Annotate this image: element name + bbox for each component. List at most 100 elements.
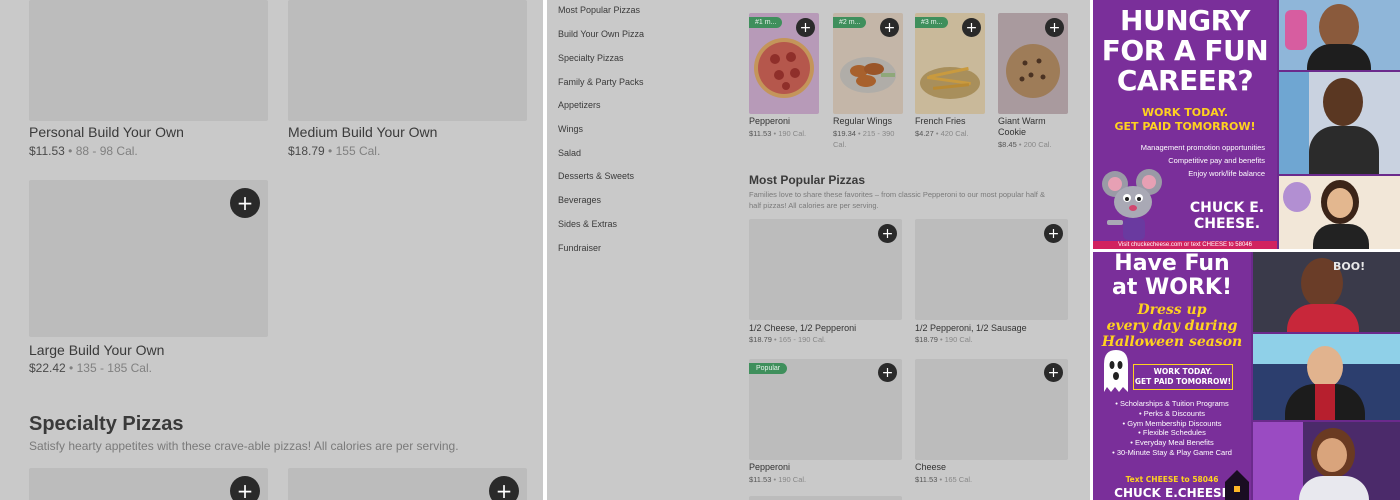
item-image[interactable] (288, 0, 527, 121)
item-name[interactable]: Pepperoni (749, 462, 790, 472)
item-calories: 190 Cal. (944, 335, 973, 344)
ad-headline-line: CAREER? (1116, 64, 1254, 97)
ad-benefit: Competitive pay and benefits (1168, 156, 1265, 165)
item-price-cal: $18.79 • 190 Cal. (915, 335, 973, 344)
ad-benefit: • Perks & Discounts (1139, 408, 1205, 418)
nav-item-family-packs[interactable]: Family & Party Packs (558, 77, 644, 87)
ad-benefit: • Everyday Meal Benefits (1130, 438, 1214, 448)
add-item-button[interactable]: + (880, 18, 899, 37)
rank-badge: #3 m... (915, 17, 949, 28)
item-calories: 190 Cal. (778, 475, 807, 484)
menu-panel-large: Personal Build Your Own $11.53 • 88 - 98… (0, 0, 543, 500)
add-item-button[interactable]: + (796, 18, 815, 37)
item-price-cal: $11.53 • 88 - 98 Cal. (29, 144, 138, 158)
item-price: $4.27 (915, 129, 934, 138)
costume-photo: BOO! (1253, 252, 1400, 332)
ad-headline-line: at WORK! (1111, 275, 1232, 300)
nav-item-salad[interactable]: Salad (558, 148, 581, 158)
section-description: Satisfy hearty appetites with these crav… (29, 439, 459, 453)
item-price-cal: $18.79 • 165 - 190 Cal. (749, 335, 826, 344)
item-image[interactable] (749, 496, 902, 500)
ad-headline-line: FOR A FUN (1101, 34, 1269, 67)
pepperoni-image[interactable]: #1 m... + (749, 13, 819, 114)
section-title: Specialty Pizzas (29, 413, 184, 435)
item-name[interactable]: Large Build Your Own (29, 342, 164, 358)
item-price: $11.53 (29, 144, 65, 158)
add-item-button[interactable]: + (230, 476, 260, 500)
screen: Personal Build Your Own $11.53 • 88 - 98… (0, 0, 1400, 500)
item-price: $18.79 (749, 335, 772, 344)
section-title: Most Popular Pizzas (749, 173, 866, 187)
item-price-cal: $18.79 • 155 Cal. (288, 144, 381, 158)
nav-item-beverages[interactable]: Beverages (558, 195, 601, 205)
item-name[interactable]: French Fries (915, 116, 966, 126)
nav-item-specialty[interactable]: Specialty Pizzas (558, 53, 624, 63)
boo-sign: BOO! (1333, 260, 1366, 273)
add-item-button[interactable]: + (230, 188, 260, 218)
add-item-button[interactable]: + (878, 363, 897, 382)
ad-headline: HUNGRY FOR A FUN CAREER? (1093, 6, 1277, 96)
item-price-cal: $11.53 • 190 Cal. (749, 475, 807, 484)
item-name[interactable]: Regular Wings (833, 116, 892, 126)
nav-item-wings[interactable]: Wings (558, 124, 583, 134)
ad-cta-line: GET PAID TOMORROW! (1114, 120, 1256, 133)
item-name[interactable]: 1/2 Cheese, 1/2 Pepperoni (749, 323, 856, 333)
item-price: $11.53 (915, 475, 938, 484)
wings-image[interactable]: #2 m... + (833, 13, 903, 114)
add-item-button[interactable]: + (1044, 224, 1063, 243)
nav-item-build-your-own[interactable]: Build Your Own Pizza (558, 29, 644, 39)
item-price-cal: $4.27 • 420 Cal. (915, 129, 969, 138)
item-price: $11.53 (749, 129, 772, 138)
ad-benefit: • Scholarships & Tuition Programs (1115, 399, 1229, 408)
career-ad-banner[interactable]: HUNGRY FOR A FUN CAREER? WORK TODAY. GET… (1093, 0, 1400, 249)
item-price-cal: $22.42 • 135 - 185 Cal. (29, 361, 152, 375)
nav-item-appetizers[interactable]: Appetizers (558, 100, 601, 110)
add-item-button[interactable]: + (489, 476, 519, 500)
employee-photo (1279, 72, 1400, 174)
add-item-button[interactable]: + (962, 18, 981, 37)
item-image[interactable] (29, 0, 268, 121)
item-price-cal: $11.53 • 165 Cal. (915, 475, 973, 484)
ad-cta-line: WORK TODAY. (1141, 106, 1229, 119)
ad-headline: Have Fun at WORK! (1093, 252, 1251, 300)
item-calories: 135 - 185 Cal. (76, 361, 152, 375)
item-name[interactable]: Cheese (915, 462, 946, 472)
ad-footer: Visit chuckecheese.com or text CHEESE to… (1093, 241, 1277, 249)
item-name[interactable]: Personal Build Your Own (29, 124, 184, 140)
rank-badge: #2 m... (833, 17, 867, 28)
item-name[interactable]: Medium Build Your Own (288, 124, 437, 140)
item-price-cal: $8.45 • 200 Cal. (998, 140, 1052, 149)
halloween-ad-banner[interactable]: Have Fun at WORK! Dress up every day dur… (1093, 252, 1400, 500)
mascot-mouse-icon (1102, 169, 1162, 240)
nav-item-most-popular[interactable]: Most Popular Pizzas (558, 5, 640, 15)
ad-headline-line: Have Fun (1114, 252, 1230, 276)
add-item-button[interactable]: + (1045, 18, 1064, 37)
item-calories: 88 - 98 Cal. (75, 144, 138, 158)
item-name[interactable]: 1/2 Pepperoni, 1/2 Sausage (915, 323, 1027, 333)
menu-panel-small: Most Popular Pizzas Build Your Own Pizza… (547, 0, 1090, 500)
popular-badge: Popular (749, 363, 788, 374)
add-item-button[interactable]: + (1044, 363, 1063, 382)
brand-logo-line: CHUCK E. (1189, 200, 1265, 216)
item-calories: 165 - 190 Cal. (778, 335, 826, 344)
nav-item-desserts[interactable]: Desserts & Sweets (558, 171, 634, 181)
nav-item-fundraiser[interactable]: Fundraiser (558, 243, 601, 253)
add-item-button[interactable]: + (878, 224, 897, 243)
ad-subheadline: Dress up every day during Halloween seas… (1093, 302, 1251, 350)
item-calories: 155 Cal. (335, 144, 381, 158)
item-name[interactable]: Pepperoni (749, 116, 790, 126)
ad-cta: WORK TODAY. GET PAID TOMORROW! (1093, 106, 1277, 134)
brand-logo: CHUCK E. CHEESE. (1185, 200, 1269, 232)
employee-photo (1279, 0, 1400, 70)
item-price: $18.79 (915, 335, 938, 344)
ad-cta-line: GET PAID TOMORROW! (1134, 377, 1232, 386)
fries-image[interactable]: #3 m... + (915, 13, 985, 114)
nav-item-sides[interactable]: Sides & Extras (558, 219, 617, 229)
item-calories: 420 Cal. (940, 129, 969, 138)
rank-badge: #1 m... (749, 17, 783, 28)
costume-photo (1253, 422, 1400, 500)
item-name[interactable]: Giant Warm Cookie (998, 116, 1068, 138)
cookie-image[interactable]: + (998, 13, 1068, 114)
item-price: $22.42 (29, 361, 66, 375)
item-calories: 165 Cal. (944, 475, 973, 484)
